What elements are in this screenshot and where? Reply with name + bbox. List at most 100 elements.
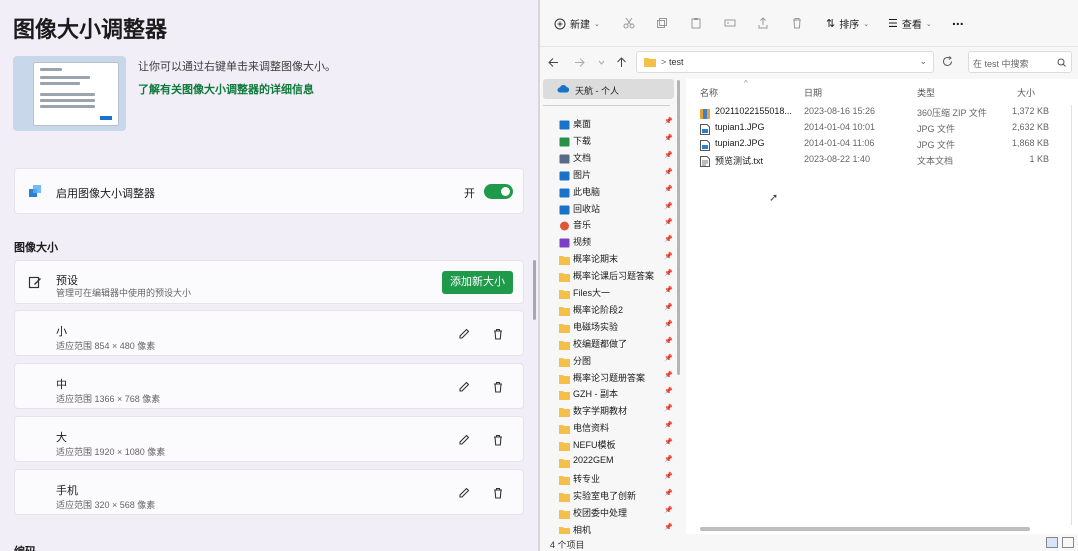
recent-dropdown-icon[interactable] xyxy=(596,57,607,68)
rename-icon[interactable] xyxy=(724,17,736,29)
image-file-icon xyxy=(700,122,710,135)
file-size: 1,868 KB xyxy=(1011,138,1049,148)
navigation-pane: 天航 - 个人 桌面 📌 下载 📌 文档 📌 图片 📌 此电脑 📌 回收站 📌 音乐 📌 视频 📌 概率论期末 📌… xyxy=(540,79,677,534)
nav-item[interactable]: 下载 📌 xyxy=(540,131,677,148)
add-size-button[interactable]: 添加新大小 xyxy=(442,271,513,294)
paste-icon[interactable] xyxy=(690,17,702,29)
search-input[interactable]: 在 test 中搜索 xyxy=(973,57,1029,70)
delete-icon[interactable] xyxy=(491,327,505,341)
address-row: > test ⌄ 在 test 中搜索 xyxy=(540,47,1078,77)
delete-icon[interactable] xyxy=(491,380,505,394)
search-box[interactable]: 在 test 中搜索 xyxy=(968,51,1072,73)
nav-item-label: 概率论习题册答案 xyxy=(573,372,646,383)
folder-icon xyxy=(559,371,570,384)
edit-icon[interactable] xyxy=(457,486,471,500)
details-view-icon[interactable] xyxy=(1046,537,1058,548)
nav-item[interactable]: 图片 📌 xyxy=(540,165,677,182)
size-name: 大 xyxy=(56,432,67,444)
nav-item-label: 视频 xyxy=(573,237,592,248)
file-row[interactable]: 预览测试.txt 2023-08-22 1:40 文本文档 1 KB xyxy=(686,152,1078,167)
enable-toggle[interactable] xyxy=(484,184,513,199)
address-bar[interactable]: > test ⌄ xyxy=(636,51,934,73)
new-button[interactable]: 新建 ⌄ xyxy=(554,16,600,31)
up-icon[interactable] xyxy=(616,57,627,68)
nav-item-label: 概率论期末 xyxy=(573,254,619,265)
horizontal-scrollbar[interactable] xyxy=(700,527,1030,531)
nav-item[interactable]: 概率论阶段2 📌 xyxy=(540,300,677,317)
edit-icon[interactable] xyxy=(457,327,471,341)
nav-item[interactable]: NEFU模板 📌 xyxy=(540,435,677,452)
address-folder[interactable]: test xyxy=(669,57,684,67)
nav-item[interactable]: 回收站 📌 xyxy=(540,199,677,216)
column-header-date[interactable]: 日期 xyxy=(804,86,822,99)
nav-item[interactable]: 相机 📌 xyxy=(540,520,677,534)
delete-icon[interactable] xyxy=(491,433,505,447)
nav-item[interactable]: 2022GEM 📌 xyxy=(540,452,677,469)
column-header-size[interactable]: 大小 xyxy=(1017,86,1035,99)
tiles-view-icon[interactable] xyxy=(1062,537,1074,548)
image-file-icon xyxy=(700,138,710,151)
chevron-down-icon[interactable]: ⌄ xyxy=(919,56,927,67)
nav-item[interactable]: 音乐 📌 xyxy=(540,215,677,232)
nav-item[interactable]: 电信资料 📌 xyxy=(540,418,677,435)
nav-item-label: 数字学期教材 xyxy=(573,406,628,417)
preset-edit-icon xyxy=(28,276,41,289)
folder-icon xyxy=(559,421,570,435)
file-row[interactable]: tupian1.JPG 2014-01-04 10:01 JPG 文件 2,632 K… xyxy=(686,120,1078,135)
cut-icon[interactable] xyxy=(623,17,635,29)
new-icon xyxy=(554,18,566,29)
forward-icon[interactable] xyxy=(574,57,585,68)
delete-icon[interactable] xyxy=(791,17,803,29)
file-row[interactable]: 20211022155018... 2023-08-16 15:26 360压缩 Z… xyxy=(686,104,1078,119)
nav-item[interactable]: 分图 📌 xyxy=(540,351,677,368)
edit-icon[interactable] xyxy=(457,433,471,447)
nav-item[interactable]: 数字学期教材 📌 xyxy=(540,401,677,418)
nav-item[interactable]: 此电脑 📌 xyxy=(540,182,677,199)
delete-icon[interactable] xyxy=(491,486,505,500)
nav-item[interactable]: 转专业 📌 xyxy=(540,469,677,486)
nav-item[interactable]: 校团委中处理 📌 xyxy=(540,503,677,520)
nav-item-label: 回收站 xyxy=(573,203,601,214)
file-name: tupian1.JPG xyxy=(715,122,765,132)
nav-item[interactable]: 桌面 📌 xyxy=(540,114,677,131)
nav-item-label: 电磁场实验 xyxy=(573,321,619,332)
learn-more-link[interactable]: 了解有关图像大小调整器的详细信息 xyxy=(138,81,314,97)
column-header-name[interactable]: 名称 xyxy=(700,86,718,99)
pin-icon: 📌 xyxy=(664,287,673,294)
nav-scrollbar[interactable] xyxy=(677,80,680,375)
nav-item[interactable]: GZH - 副本 📌 xyxy=(540,384,677,401)
column-header-type[interactable]: 类型 xyxy=(917,86,935,99)
folder-icon xyxy=(559,337,570,350)
nav-item[interactable]: 概率论习题册答案 📌 xyxy=(540,368,677,385)
nav-item[interactable]: 实验室电了创新 📌 xyxy=(540,486,677,503)
folder-icon xyxy=(559,523,570,534)
nav-item-label: 天航 - 个人 xyxy=(575,86,619,96)
size-name: 中 xyxy=(56,379,67,391)
nav-item[interactable]: 视频 📌 xyxy=(540,232,677,249)
nav-item[interactable]: 概率论课后习题答案 📌 xyxy=(540,266,677,283)
refresh-icon[interactable] xyxy=(942,56,953,67)
nav-item[interactable]: 校编题都做了 📌 xyxy=(540,334,677,351)
image-resizer-settings: 图像大小调整器 让你可以通过右键单击来调整图像大小。 了解有关图像大小调整器的详… xyxy=(0,0,538,551)
folder-icon xyxy=(559,269,570,283)
nav-item-label: 转专业 xyxy=(573,473,601,484)
size-card-phone: 手机 适应范围 320 × 568 像素 xyxy=(14,469,524,515)
edit-icon[interactable] xyxy=(457,380,471,394)
copy-icon[interactable] xyxy=(656,17,668,29)
hero-illustration xyxy=(13,56,126,131)
back-icon[interactable] xyxy=(548,57,559,68)
view-button[interactable]: ☰ 查看 ⌄ xyxy=(888,16,932,31)
file-row[interactable]: tupian2.JPG 2014-01-04 11:06 JPG 文件 1,868 K… xyxy=(686,136,1078,151)
nav-item[interactable]: Files大一 📌 xyxy=(540,283,677,300)
nav-item[interactable]: 电磁场实验 📌 xyxy=(540,317,677,334)
settings-scrollbar[interactable] xyxy=(533,260,536,320)
file-type: JPG 文件 xyxy=(917,124,956,134)
nav-item[interactable]: 概率论期末 📌 xyxy=(540,249,677,266)
pin-icon: 📌 xyxy=(664,134,673,142)
nav-item[interactable]: 文档 📌 xyxy=(540,148,677,165)
more-options-button[interactable]: ... xyxy=(952,12,964,28)
sort-button[interactable]: ⇅ 排序 ⌄ xyxy=(826,16,869,31)
cloud-icon xyxy=(557,85,570,93)
share-icon[interactable] xyxy=(757,17,769,29)
nav-item-onedrive[interactable]: 天航 - 个人 xyxy=(543,79,674,99)
